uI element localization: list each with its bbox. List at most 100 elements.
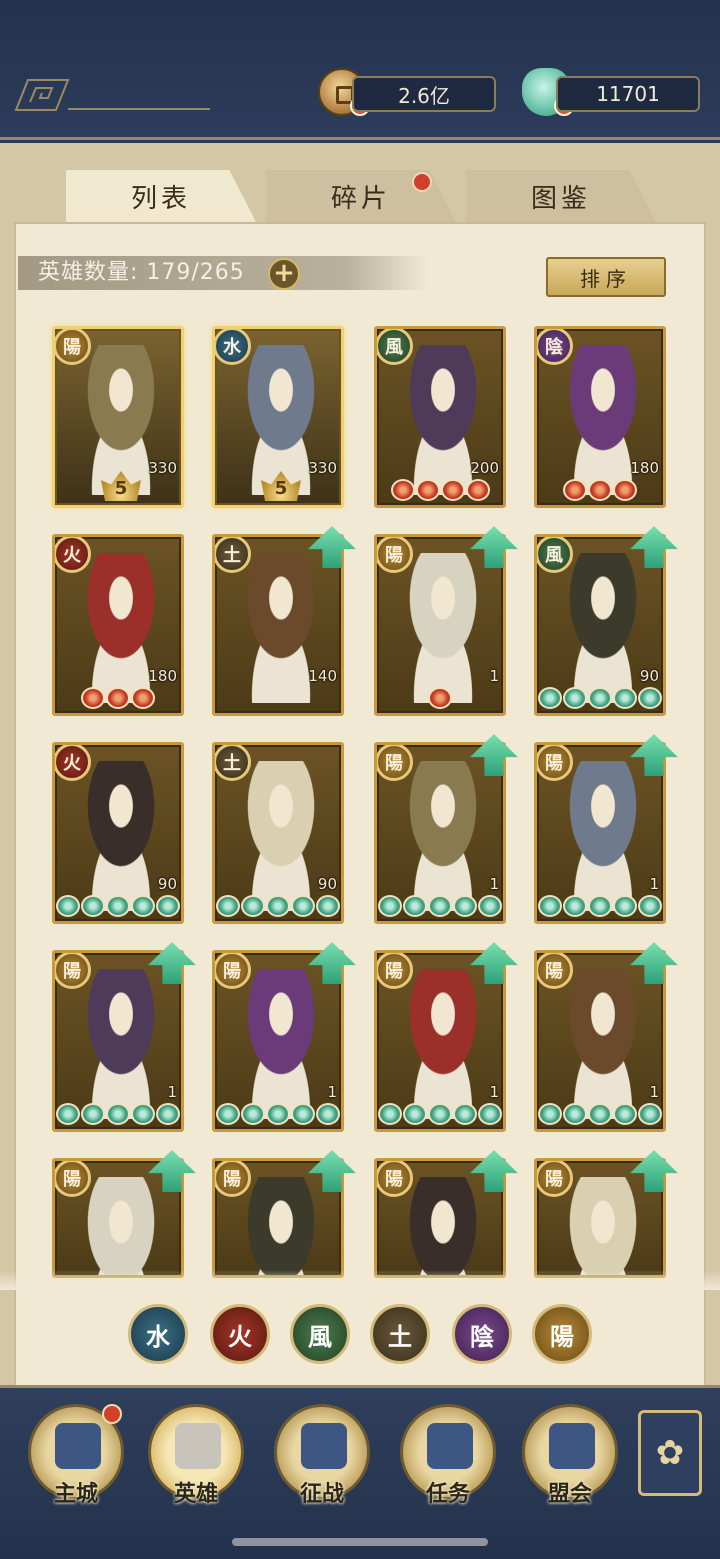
star-icon [453, 1103, 477, 1125]
star-icon [131, 1103, 155, 1125]
home-indicator[interactable] [232, 1538, 488, 1546]
nav-tasks-label: 任务 [425, 1482, 470, 1507]
star-icon [638, 687, 662, 709]
hero-card[interactable]: 火 180 [52, 534, 184, 716]
hero-level: 180 [148, 667, 177, 685]
star-icon [613, 1103, 637, 1125]
hero-level: 140 [308, 667, 337, 685]
nav-heroes-label: 英雄 [173, 1482, 218, 1507]
hero-card[interactable]: 陽 330 5 [52, 326, 184, 508]
star-icon [588, 479, 612, 501]
star-icon [106, 895, 130, 917]
hero-level: 90 [157, 875, 177, 893]
star-icon [588, 1103, 612, 1125]
hero-star-row [377, 687, 503, 711]
filter-yin[interactable]: 陰 [452, 1304, 512, 1364]
hero-level: 1 [489, 667, 499, 685]
hero-portrait [63, 969, 179, 1119]
star-icon [563, 1103, 587, 1125]
top-resource-bar [0, 0, 720, 140]
hero-card[interactable]: 風 200 [374, 326, 506, 508]
hero-card[interactable]: 陽 [212, 1158, 344, 1278]
hero-card[interactable]: 陽1 [52, 950, 184, 1132]
hero-avatar-icon [175, 1423, 221, 1469]
star-icon [415, 479, 440, 501]
hero-card[interactable]: 陰 180 [534, 326, 666, 508]
filter-wind[interactable]: 風 [290, 1304, 350, 1364]
hero-card[interactable]: 陽1 [374, 742, 506, 924]
element-badge-icon: 陽 [537, 953, 573, 989]
hero-card[interactable]: 土 140 [212, 534, 344, 716]
star-icon [216, 895, 240, 917]
tab-atlas[interactable]: 图鉴 [466, 170, 656, 222]
filter-water[interactable]: 水 [128, 1304, 188, 1364]
hero-card[interactable]: 陽 [374, 1158, 506, 1278]
filter-earth[interactable]: 土 [370, 1304, 430, 1364]
hero-level: 330 [148, 459, 177, 477]
element-badge-icon: 火 [55, 745, 91, 781]
element-badge-icon: 陽 [377, 1161, 413, 1197]
sort-button[interactable]: 排序 [546, 257, 666, 297]
hero-card[interactable]: 陽1 [534, 742, 666, 924]
star-icon [81, 687, 105, 709]
fragments-notification-dot [412, 172, 432, 192]
star-icon [478, 1103, 502, 1125]
hero-level: 90 [317, 875, 337, 893]
hero-level: 1 [167, 1083, 177, 1101]
hero-star-row [377, 479, 503, 503]
filter-yang[interactable]: 陽 [532, 1304, 592, 1364]
flower-menu-icon[interactable]: ✿ [638, 1410, 702, 1496]
star-icon [465, 479, 490, 501]
element-badge-icon: 陽 [537, 745, 573, 781]
gem-balance: 11701 [556, 76, 700, 112]
hero-level: 1 [649, 875, 659, 893]
hero-card[interactable]: 陽 [534, 1158, 666, 1278]
hero-star-row [537, 479, 663, 503]
hero-card[interactable]: 水 330 5 [212, 326, 344, 508]
header-divider [68, 108, 210, 110]
expand-capacity-button[interactable]: + [268, 258, 300, 290]
element-badge-icon: 水 [215, 329, 251, 365]
hero-card[interactable]: 陽1 [374, 950, 506, 1132]
element-badge-icon: 陽 [377, 537, 413, 573]
task-bell-icon [427, 1423, 473, 1469]
element-badge-icon: 陰 [537, 329, 573, 365]
element-badge-icon: 火 [55, 537, 91, 573]
element-badge-icon: 風 [377, 329, 413, 365]
element-badge-icon: 陽 [55, 953, 91, 989]
hero-card[interactable]: 風 90 [534, 534, 666, 716]
hero-card[interactable]: 火 90 [52, 742, 184, 924]
star-icon [56, 895, 80, 917]
star-icon [266, 895, 290, 917]
filter-fire[interactable]: 火 [210, 1304, 270, 1364]
hero-card[interactable]: 陽1 [374, 534, 506, 716]
element-badge-icon: 土 [215, 537, 251, 573]
hero-star-row [377, 1103, 503, 1127]
star-icon [241, 1103, 265, 1125]
element-badge-icon: 陽 [537, 1161, 573, 1197]
hero-card[interactable]: 土 90 [212, 742, 344, 924]
hero-level: 180 [630, 459, 659, 477]
star-icon [378, 895, 402, 917]
hero-card[interactable]: 陽1 [212, 950, 344, 1132]
star-icon [156, 895, 180, 917]
hero-level: 1 [327, 1083, 337, 1101]
star-icon [638, 895, 662, 917]
star-icon [131, 895, 155, 917]
star-icon [316, 1103, 340, 1125]
star-icon [478, 895, 502, 917]
star-icon [453, 895, 477, 917]
nav-main-city-label: 主城 [53, 1482, 98, 1507]
element-badge-icon: 陽 [55, 329, 91, 365]
main-city-notification-dot [102, 1404, 122, 1424]
nav-battle-label: 征战 [299, 1482, 344, 1507]
star-icon [266, 1103, 290, 1125]
hero-card[interactable]: 陽1 [534, 950, 666, 1132]
star-icon [390, 479, 415, 501]
hero-star-row [537, 1103, 663, 1127]
hero-star-row [537, 895, 663, 919]
star-icon [291, 895, 315, 917]
tab-list[interactable]: 列表 [66, 170, 256, 222]
alliance-lantern-icon [549, 1423, 595, 1469]
hero-card[interactable]: 陽 [52, 1158, 184, 1278]
